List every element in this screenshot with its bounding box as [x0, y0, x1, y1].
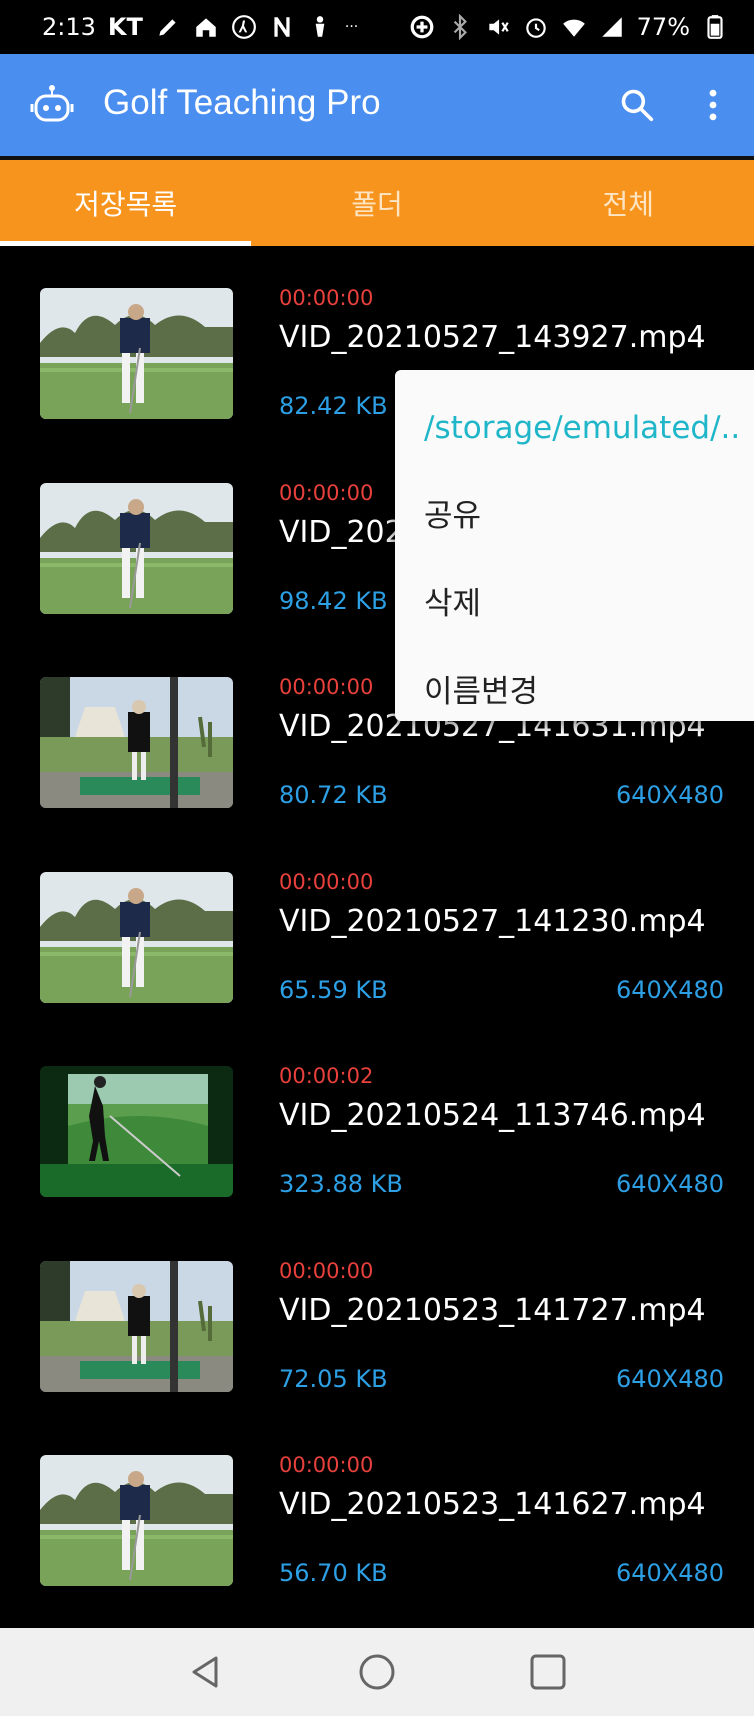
walk-icon: [231, 14, 257, 40]
home-button[interactable]: [347, 1642, 407, 1702]
video-duration: 00:00:00: [279, 869, 374, 894]
video-thumbnail: [40, 482, 233, 614]
video-list-item[interactable]: 00:00:00 VID_20210523_141627.mp4 56.70 KB 6…: [0, 1413, 754, 1608]
status-carrier: KT: [107, 13, 143, 41]
data-saver-icon: [409, 14, 435, 40]
battery-icon: [702, 14, 728, 40]
search-button[interactable]: [614, 82, 660, 128]
status-bar: 2:13 KT ··· 77%: [0, 0, 754, 54]
alarm-icon: [523, 14, 549, 40]
tab-bar: 저장목록 폴더 전체: [0, 160, 754, 246]
menu-item-path[interactable]: /storage/emulated/..: [395, 388, 754, 468]
status-time: 2:13: [42, 13, 96, 41]
video-filename: VID_20210523_141627.mp4: [279, 1487, 706, 1522]
app-bar: Golf Teaching Pro: [0, 54, 754, 156]
video-list-item[interactable]: 00:00:00 VID_20210527_141230.mp4 65.59 KB 6…: [0, 830, 754, 1025]
video-thumbnail: [40, 871, 233, 1003]
home-icon: [193, 14, 219, 40]
pencil-icon: [155, 14, 181, 40]
video-filename: VID_20210527_141230.mp4: [279, 903, 706, 939]
video-filesize: 323.88 KB: [279, 1170, 403, 1198]
video-thumbnail: [40, 1066, 233, 1197]
n-icon: [269, 14, 295, 40]
recents-button[interactable]: [518, 1642, 578, 1702]
battery-percent: 77%: [636, 13, 690, 41]
back-button[interactable]: [176, 1642, 236, 1702]
overflow-menu-button[interactable]: [696, 82, 730, 128]
video-thumbnail: [40, 288, 233, 419]
video-list-item[interactable]: 00:00:02 VID_20210524_113746.mp4 323.88 KB…: [0, 1024, 754, 1219]
video-filesize: 98.42 KB: [279, 586, 388, 615]
menu-item-share[interactable]: 공유: [395, 468, 754, 556]
video-thumbnail: [40, 1260, 233, 1392]
video-filesize: 72.05 KB: [279, 1364, 388, 1393]
signal-icon: [599, 14, 625, 40]
bluetooth-icon: [447, 14, 473, 40]
context-menu: /storage/emulated/.. 공유 삭제 이름변경: [395, 370, 754, 721]
golfer-icon: [307, 14, 333, 40]
menu-item-delete[interactable]: 삭제: [395, 556, 754, 644]
navigation-bar: [0, 1628, 754, 1716]
video-filename: VID_202: [279, 514, 404, 550]
tab-folder[interactable]: 폴더: [251, 160, 502, 246]
video-list-item[interactable]: 00:00:00 VID_20210523_141727.mp4 72.05 KB 6…: [0, 1219, 754, 1414]
video-duration: 00:00:00: [279, 675, 374, 699]
video-filesize: 65.59 KB: [279, 975, 388, 1004]
tab-saved-list[interactable]: 저장목록: [0, 160, 252, 246]
video-filename: VID_20210523_141727.mp4: [279, 1292, 706, 1328]
back-icon: [192, 1656, 218, 1688]
robot-icon: [28, 82, 76, 130]
video-filesize: 82.42 KB: [279, 392, 388, 420]
video-resolution: 640X480: [615, 975, 724, 1004]
video-resolution: 640X480: [615, 1364, 724, 1393]
video-resolution: 640X480: [615, 1170, 724, 1198]
video-thumbnail: [40, 1455, 233, 1586]
search-icon: [621, 89, 654, 122]
wifi-icon: [561, 14, 587, 40]
mute-icon: [485, 14, 511, 40]
menu-item-rename[interactable]: 이름변경: [395, 644, 754, 732]
video-duration: 00:00:00: [279, 286, 374, 310]
video-filesize: 80.72 KB: [279, 781, 388, 809]
video-duration: 00:00:02: [279, 1064, 374, 1088]
video-duration: 00:00:00: [279, 480, 374, 505]
video-duration: 00:00:00: [279, 1258, 374, 1283]
status-extra: ···: [344, 19, 359, 35]
app-title: Golf Teaching Pro: [103, 83, 381, 122]
video-resolution: 640X480: [615, 1559, 724, 1587]
recents-icon: [530, 1654, 566, 1690]
tab-all[interactable]: 전체: [503, 160, 754, 246]
home-circle-icon: [359, 1654, 395, 1690]
video-filesize: 56.70 KB: [279, 1559, 388, 1587]
more-vert-icon: [709, 89, 717, 121]
video-thumbnail: [40, 677, 233, 808]
video-resolution: 640X480: [615, 781, 724, 809]
video-duration: 00:00:00: [279, 1453, 374, 1477]
video-filename: VID_20210527_143927.mp4: [279, 320, 706, 355]
video-filename: VID_20210524_113746.mp4: [279, 1098, 706, 1133]
